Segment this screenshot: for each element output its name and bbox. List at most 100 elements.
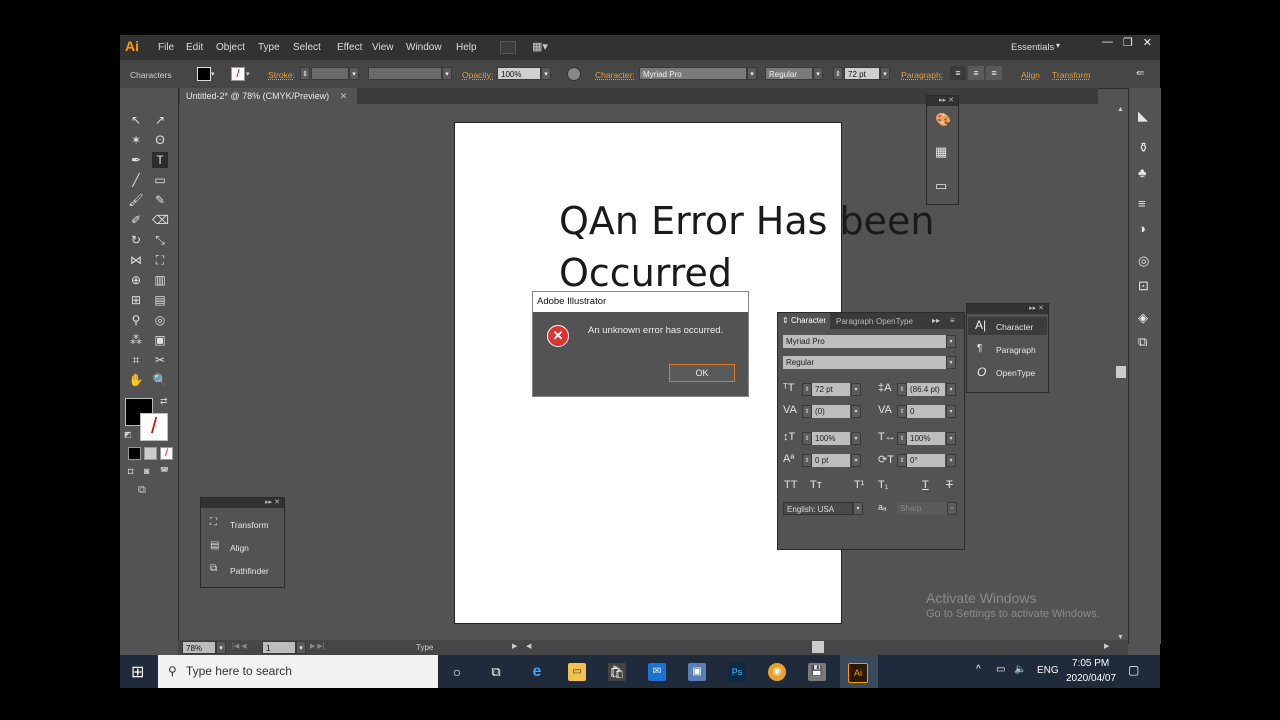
align-left-icon[interactable]: ≡ — [950, 66, 966, 80]
align-icon[interactable]: ▤ — [210, 540, 219, 551]
slice-tool-icon[interactable]: ⌗ — [128, 352, 144, 368]
char-tracking-dropdown[interactable]: ▾ — [946, 405, 956, 418]
font-size-stepper[interactable]: ⇕ — [833, 67, 843, 80]
font-size-field[interactable]: 72 pt — [844, 67, 880, 80]
menu-file[interactable]: File — [158, 42, 174, 53]
fill-dropdown-icon[interactable]: ▾ — [211, 70, 215, 78]
character-dock-icon[interactable]: A| — [975, 318, 986, 332]
cortana-icon[interactable]: ○ — [448, 663, 466, 681]
notifications-icon[interactable]: ▢ — [1128, 663, 1139, 677]
stroke-weight-dropdown[interactable]: ▾ — [349, 67, 359, 80]
char-vscale-dropdown[interactable]: ▾ — [851, 432, 861, 445]
scroll-left-icon[interactable]: ◀ — [526, 642, 531, 650]
artboard-dropdown[interactable]: ▾ — [296, 641, 306, 654]
align-link[interactable]: Align — [1021, 70, 1040, 80]
recolor-icon[interactable] — [567, 67, 581, 81]
panel-expand-icon[interactable]: ▸▸ — [932, 316, 940, 325]
swatches-grid-icon[interactable]: ▦ — [935, 144, 947, 160]
small-caps-button[interactable]: Tт — [810, 479, 822, 491]
column-graph-tool-icon[interactable]: ▥ — [152, 272, 168, 288]
illustrator-taskbar-icon[interactable]: Ai — [848, 663, 868, 683]
menu-select[interactable]: Select — [293, 42, 321, 53]
paragraph-label[interactable]: Paragraph: — [901, 70, 943, 80]
tab-character[interactable]: ⇕ Character — [778, 313, 831, 329]
char-hscale-dropdown[interactable]: ▾ — [946, 432, 956, 445]
profile-dropdown[interactable]: ▾ — [442, 67, 452, 80]
tracking-spinner[interactable]: ⇕ — [897, 405, 907, 418]
tab-paragraph[interactable]: Paragraph — [836, 317, 873, 326]
scale-tool-icon[interactable]: ⤡ — [152, 232, 168, 248]
swap-colors-icon[interactable]: ⇄ — [160, 396, 168, 407]
kerning-spinner[interactable]: ⇕ — [802, 405, 812, 418]
mesh-tool-icon[interactable]: ⊞ — [128, 292, 144, 308]
char-rotation-field[interactable]: 0° — [907, 454, 945, 467]
char-vscale-field[interactable]: 100% — [812, 432, 850, 445]
opacity-field[interactable]: 100% — [497, 67, 541, 80]
opentype-dock-icon[interactable]: O — [977, 365, 986, 379]
transform-panel-item[interactable]: Transform — [230, 520, 268, 530]
none-mode-icon[interactable]: / — [160, 447, 173, 460]
menu-type[interactable]: Type — [258, 42, 280, 53]
windows-start-icon[interactable]: ⊞ — [131, 662, 144, 682]
stroke-dropdown-icon[interactable]: ▾ — [246, 70, 250, 78]
char-font-family-field[interactable]: Myriad Pro — [783, 335, 946, 348]
paragraph-dock-icon[interactable]: ¶ — [977, 343, 982, 354]
character-dock-item[interactable]: Character — [996, 322, 1033, 332]
horizontal-scroll-thumb[interactable] — [812, 641, 824, 653]
workspace-dropdown-icon[interactable]: ▾ — [1056, 41, 1060, 50]
close-button[interactable]: ✕ — [1143, 36, 1152, 49]
workspace-switcher[interactable]: Essentials — [1011, 42, 1054, 53]
document-tab[interactable]: Untitled-2* @ 78% (CMYK/Preview) ✕ — [180, 88, 358, 104]
baseline-spinner[interactable]: ⇕ — [802, 454, 812, 467]
rectangle-tool-icon[interactable]: ▭ — [152, 172, 168, 188]
zoom-dropdown[interactable]: ▾ — [216, 641, 226, 654]
width-tool-icon[interactable]: ⋈ — [128, 252, 144, 268]
rotation-spinner[interactable]: ⇕ — [897, 454, 907, 467]
gradient-tool-icon[interactable]: ▤ — [152, 292, 168, 308]
gradient-panel-icon[interactable]: ▭ — [935, 178, 947, 194]
eyedropper-tool-icon[interactable]: ⚲ — [128, 312, 144, 328]
stroke-weight-stepper[interactable]: ⇕ — [300, 67, 310, 80]
store-icon[interactable]: 🛍 — [608, 663, 626, 681]
variable-width-profile[interactable] — [368, 67, 442, 80]
fill-swatch[interactable] — [197, 67, 211, 81]
font-size-spinner[interactable]: ⇕ — [802, 383, 812, 396]
artwork-text[interactable]: QAn Error Has been Occurred — [559, 195, 934, 299]
panel-menu-icon[interactable]: ≡ — [950, 316, 955, 325]
all-caps-button[interactable]: TT — [784, 479, 797, 491]
blend-tool-icon[interactable]: ◎ — [152, 312, 168, 328]
char-kerning-dropdown[interactable]: ▾ — [851, 405, 861, 418]
blob-brush-tool-icon[interactable]: ✐ — [128, 212, 144, 228]
taskbar-search-box[interactable]: ⚲ Type here to search — [158, 655, 438, 688]
char-font-style-field[interactable]: Regular — [783, 356, 946, 369]
draw-inside-icon[interactable]: ◚ — [160, 466, 169, 477]
clock-date[interactable]: 2020/04/07 — [1066, 673, 1116, 684]
color-mode-icon[interactable] — [128, 447, 141, 460]
menu-view[interactable]: View — [372, 42, 394, 53]
battery-icon[interactable]: ▭ — [996, 664, 1005, 675]
line-tool-icon[interactable]: ╱ — [128, 172, 144, 188]
zoom-field[interactable]: 78% — [182, 641, 216, 654]
edge-icon[interactable]: e — [528, 663, 546, 681]
pencil-tool-icon[interactable]: ✎ — [152, 192, 168, 208]
menu-edit[interactable]: Edit — [186, 42, 203, 53]
transform-icon[interactable]: ⛶ — [210, 517, 217, 528]
task-view-icon[interactable]: ⧉ — [487, 663, 505, 681]
hand-tool-icon[interactable]: ✋ — [128, 372, 144, 388]
symbols-icon[interactable]: ♣ — [1138, 165, 1147, 180]
language-field[interactable]: English: USA — [783, 502, 853, 515]
stroke-color-swatch[interactable]: / — [140, 413, 168, 441]
char-baseline-dropdown[interactable]: ▾ — [851, 454, 861, 467]
pathfinder-icon[interactable]: ⧉ — [210, 563, 217, 574]
font-family-field[interactable]: Myriad Pro — [639, 67, 747, 80]
zoom-tool-icon[interactable]: 🔍 — [152, 372, 168, 388]
vertical-scrollbar[interactable]: ▲ ▼ — [1115, 104, 1127, 644]
opentype-dock-item[interactable]: OpenType — [996, 368, 1035, 378]
navigator-icon[interactable]: ◣ — [1138, 108, 1148, 124]
menu-window[interactable]: Window — [406, 42, 442, 53]
stroke-panel-icon[interactable]: ≡ — [1138, 196, 1146, 211]
superscript-button[interactable]: T¹ — [854, 479, 864, 491]
default-colors-icon[interactable]: ◩ — [124, 430, 132, 439]
paintbrush-tool-icon[interactable]: 🖌 — [128, 192, 144, 208]
char-font-family-dropdown[interactable]: ▾ — [946, 335, 956, 348]
